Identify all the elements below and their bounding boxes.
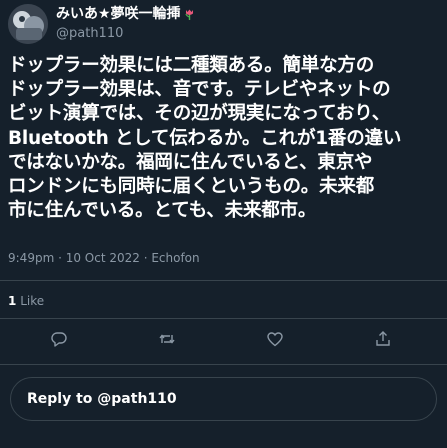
likes-label: Like (20, 294, 45, 308)
display-name-text: みいあ★夢咲一輪挿 (56, 6, 181, 22)
tweet-timestamp[interactable]: 9:49pm · 10 Oct 2022 · Echofon (8, 251, 200, 265)
avatar-image (8, 4, 48, 44)
tweet-actions (0, 330, 447, 352)
like-button[interactable] (266, 330, 284, 348)
reply-prompt-label: Reply to @path110 (27, 391, 177, 407)
retweet-button[interactable] (158, 330, 176, 348)
avatar[interactable] (8, 4, 48, 44)
share-button[interactable] (374, 330, 392, 348)
author-handle[interactable]: @path110 (56, 25, 196, 42)
divider (0, 318, 447, 319)
divider (0, 280, 447, 281)
likes-count: 1 (8, 294, 17, 308)
tweet-header: みいあ★夢咲一輪挿 @path110 (8, 4, 196, 48)
heart-icon (267, 332, 283, 347)
reply-button[interactable] (50, 330, 68, 348)
share-icon (376, 331, 390, 346)
author-display-name[interactable]: みいあ★夢咲一輪挿 (56, 5, 196, 23)
tulip-icon (183, 8, 196, 21)
reply-input-button[interactable]: Reply to @path110 (10, 377, 437, 421)
tweet-card: みいあ★夢咲一輪挿 @path110 ドップラー効果には二種類ある。簡単な方の … (0, 0, 447, 448)
divider (0, 364, 447, 365)
retweet-icon (159, 334, 175, 344)
tweet-body: ドップラー効果には二種類ある。簡単な方の ドップラー効果は、音です。テレビやネッ… (8, 55, 402, 222)
likes-summary[interactable]: 1 Like (8, 294, 44, 308)
comment-bubble-icon (51, 332, 67, 347)
author-names: みいあ★夢咲一輪挿 @path110 (56, 5, 196, 42)
